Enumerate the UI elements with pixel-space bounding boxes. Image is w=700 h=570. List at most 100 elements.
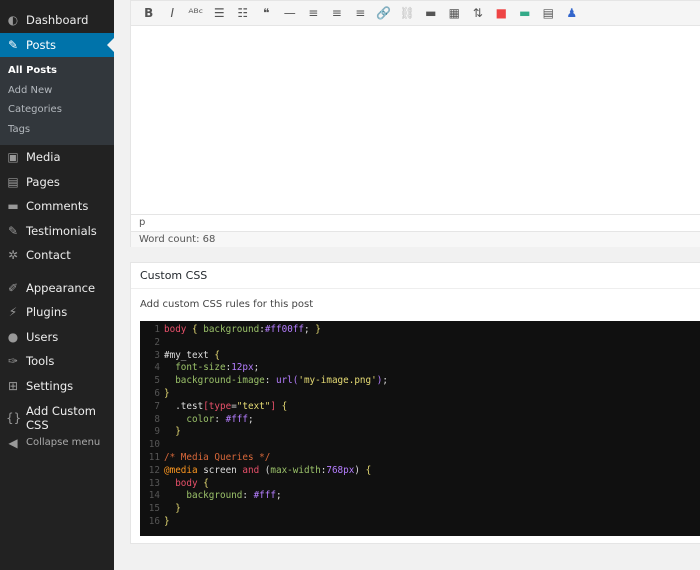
sidebar-item-testimonials[interactable]: ✎ Testimonials: [0, 219, 114, 244]
code-token: {: [365, 464, 372, 476]
code-line: 8 color: #fff;: [140, 414, 700, 427]
code-line: 16}: [140, 516, 700, 529]
code-token: /* Media Queries */: [164, 451, 271, 463]
posts-submenu: All Posts Add New Categories Tags: [0, 57, 114, 145]
user-icon[interactable]: ♟: [560, 6, 584, 20]
blockquote-icon[interactable]: ❝: [255, 6, 279, 20]
code-line: 5 background-image: url('my-image.png');: [140, 375, 700, 388]
sidebar-item-media[interactable]: ▣ Media: [0, 145, 114, 170]
sidebar-item-collapse-menu[interactable]: ◀ Collapse menu: [0, 431, 114, 456]
numbered-list-icon[interactable]: ☷: [231, 6, 255, 20]
sidebar-item-posts[interactable]: ✎ Posts: [0, 32, 114, 57]
code-line: 1 body { background:#ff00ff; }: [140, 324, 700, 337]
submenu-item-categories[interactable]: Categories: [0, 100, 114, 120]
css-code-editor[interactable]: 1 body { background: #ff00ff; } 2 3 #my_text …: [140, 321, 700, 536]
line-number: 2: [154, 336, 160, 348]
bullet-list-icon[interactable]: ☰: [208, 6, 232, 20]
code-token: .test: [164, 400, 204, 412]
align-left-icon[interactable]: ≡: [302, 6, 326, 20]
custom-css-box: Custom CSS Add custom CSS rules for this…: [130, 262, 700, 544]
line-number: 4: [154, 362, 160, 374]
settings-icon: ⊞: [7, 378, 19, 393]
code-token: ;: [382, 375, 388, 387]
comment-icon: ▬: [7, 199, 19, 214]
sidebar-item-comments[interactable]: ▬ Comments: [0, 194, 114, 219]
pin-icon: ✎: [7, 223, 19, 238]
code-token: }: [164, 515, 170, 527]
sidebar-item-users[interactable]: ● Users: [0, 325, 114, 350]
submenu-item-tags[interactable]: Tags: [0, 120, 114, 140]
code-token: and: [242, 464, 260, 476]
code-token: background: [203, 324, 260, 335]
bold-icon[interactable]: B: [137, 6, 161, 20]
code-line: 10: [140, 439, 700, 452]
unlink-icon[interactable]: ⛓: [396, 6, 420, 20]
sidebar-item-appearance[interactable]: ✐ Appearance: [0, 276, 114, 301]
sidebar-item-contact[interactable]: ✲ Contact: [0, 243, 114, 268]
sidebar-item-dashboard[interactable]: ◐ Dashboard: [0, 8, 114, 33]
code-line: 7 .test[type="text"] {: [140, 401, 700, 414]
code-token: }: [315, 324, 321, 335]
sidebar-item-label: Pages: [26, 174, 60, 189]
line-number: 15: [148, 503, 160, 515]
line-number: 14: [148, 490, 160, 502]
align-right-icon[interactable]: ≡: [349, 6, 373, 20]
post-editor: B Iᴬᴮᶜ ☰ ☷ ❝ — ≡ ≡ ≡ 🔗 ⛓ ▬ ▦ ⇅ ■ ▬ ▤ ♟ p Word count: 68: [130, 0, 700, 247]
dashboard-icon: ◐: [7, 13, 19, 28]
sidebar-item-tools[interactable]: ✑ Tools: [0, 349, 114, 374]
sidebar-item-label: Add Custom CSS: [26, 404, 96, 433]
italic-icon[interactable]: I: [161, 6, 185, 20]
submenu-item-all-posts[interactable]: All Posts: [0, 61, 114, 81]
code-token: (: [259, 464, 271, 476]
bar-icon[interactable]: ▬: [513, 6, 537, 20]
editor-content[interactable]: [131, 26, 700, 214]
pin-icon: ✎: [7, 37, 19, 52]
line-number: 8: [154, 413, 160, 425]
code-token: {: [281, 400, 288, 412]
toolbar-toggle-icon[interactable]: ▦: [443, 6, 467, 20]
insert-icon[interactable]: ⇅: [466, 6, 490, 20]
read-more-icon[interactable]: ▬: [419, 6, 443, 20]
line-number: 3: [154, 349, 160, 361]
code-token: screen: [197, 464, 243, 476]
code-token: body: [175, 477, 198, 489]
line-number: 5: [154, 375, 160, 387]
sidebar-item-add-custom-css[interactable]: {} Add Custom CSS: [0, 404, 114, 433]
list-box-icon[interactable]: ▤: [537, 6, 561, 20]
code-line: 6}: [140, 388, 700, 401]
pages-icon: ▤: [7, 174, 19, 189]
code-token: max-width: [270, 464, 321, 476]
code-token: :: [214, 413, 226, 425]
custom-css-description: Add custom CSS rules for this post: [140, 299, 314, 310]
color-grid-icon[interactable]: ■: [490, 6, 514, 20]
code-token: #my_text: [164, 349, 215, 361]
word-count: Word count: 68: [131, 231, 700, 247]
strikethrough-icon[interactable]: ᴬᴮᶜ: [184, 6, 208, 20]
admin-sidebar: ◐ Dashboard ✎ Posts All Posts Add New Categori…: [0, 0, 114, 570]
code-token: body: [164, 324, 187, 335]
sidebar-item-label: Tools: [26, 354, 55, 369]
code-line: 4 font-size:12px;: [140, 362, 700, 375]
sidebar-item-label: Comments: [26, 199, 89, 214]
link-icon[interactable]: 🔗: [372, 6, 396, 20]
submenu-item-add-new[interactable]: Add New: [0, 81, 114, 101]
sidebar-item-pages[interactable]: ▤ Pages: [0, 170, 114, 195]
code-line: 13 body {: [140, 478, 700, 491]
code-token: 'my-image.png': [298, 375, 377, 387]
brush-icon: ✐: [7, 280, 19, 295]
sidebar-item-label: Testimonials: [26, 223, 97, 238]
align-center-icon[interactable]: ≡: [325, 6, 349, 20]
code-token: }: [164, 387, 170, 399]
code-token: {: [214, 349, 220, 361]
code-token: #fff: [253, 490, 276, 502]
element-path: p: [131, 214, 700, 231]
braces-icon: {}: [6, 411, 22, 426]
sidebar-item-settings[interactable]: ⊞ Settings: [0, 374, 114, 399]
code-token: 768px: [326, 464, 355, 476]
code-token: @media: [164, 464, 198, 476]
sidebar-item-plugins[interactable]: ⚡ Plugins: [0, 300, 114, 325]
horizontal-rule-icon[interactable]: —: [278, 6, 302, 20]
line-number: 13: [148, 477, 160, 489]
